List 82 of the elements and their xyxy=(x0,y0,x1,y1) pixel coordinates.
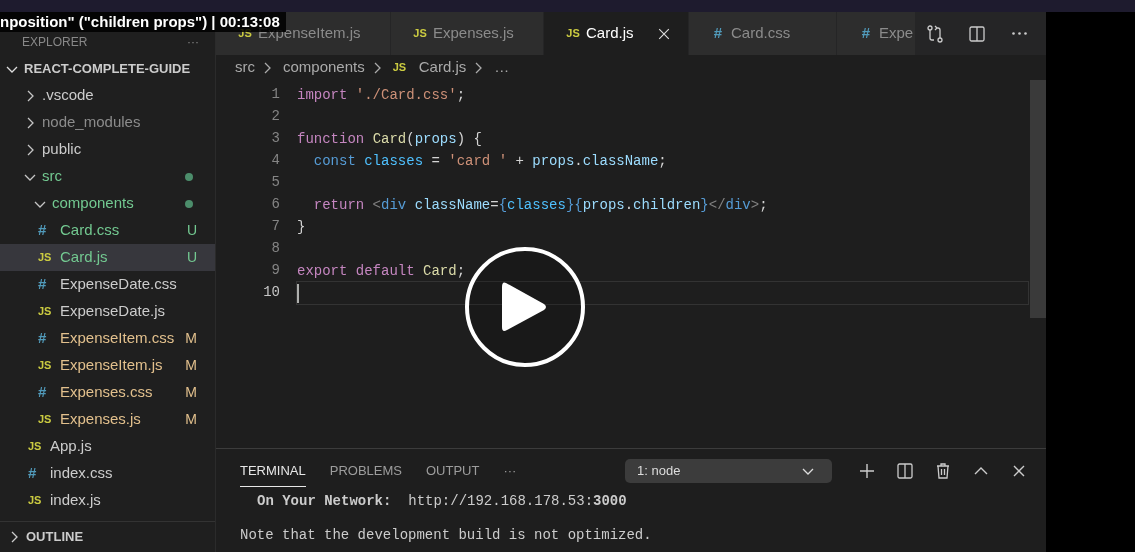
editor-tab[interactable]: # Card.css xyxy=(689,12,837,55)
js-file-icon: JS xyxy=(392,59,415,76)
git-status-label: M xyxy=(185,356,197,375)
panel-tab[interactable]: PROBLEMS xyxy=(329,454,402,488)
code-line: const classes = 'card ' + props.className; xyxy=(312,152,668,171)
js-file-icon: JS xyxy=(28,438,50,455)
scrollbar[interactable] xyxy=(1030,80,1046,318)
code-line: function Card(props) { xyxy=(297,130,483,149)
git-status-label: M xyxy=(185,329,197,348)
split-editor-icon xyxy=(967,23,988,44)
js-file-icon: JS xyxy=(38,411,60,428)
breadcrumb-item[interactable]: src xyxy=(235,56,255,79)
line-number: 2 xyxy=(270,107,280,126)
line-number: 4 xyxy=(270,151,280,170)
line-number: 6 xyxy=(270,195,280,214)
file-item[interactable]: Card.js xyxy=(60,246,108,269)
breadcrumb-item[interactable]: … xyxy=(494,56,510,79)
git-status-label: U xyxy=(186,221,197,240)
file-item[interactable]: ExpenseDate.css xyxy=(60,273,177,296)
line-number: 1 xyxy=(270,85,280,104)
file-item[interactable]: index.js xyxy=(50,489,101,512)
js-file-icon: JS xyxy=(28,492,50,509)
editor-tab[interactable]: # Expe xyxy=(837,12,917,55)
editor-tab[interactable]: JS Expenses.js xyxy=(391,12,544,55)
file-item[interactable]: ExpenseDate.js xyxy=(60,300,166,323)
folder-item[interactable]: node_modules xyxy=(42,111,141,134)
css-file-icon: # xyxy=(28,462,50,485)
line-number: 8 xyxy=(270,239,280,258)
file-item[interactable]: App.js xyxy=(50,435,92,458)
file-item[interactable]: Card.css xyxy=(60,219,120,242)
project-folder-header[interactable]: REACT-COMPLETE-GUIDE xyxy=(24,58,191,79)
folder-item[interactable]: components xyxy=(52,192,134,215)
source-control-icon xyxy=(925,23,946,44)
folder-item[interactable]: .vscode xyxy=(42,84,94,107)
code-line: import './Card.css'; xyxy=(297,86,467,105)
panel-title: EXPLORER xyxy=(22,34,88,51)
line-number: 5 xyxy=(270,173,280,192)
css-file-icon: # xyxy=(38,327,60,350)
panel-tab[interactable]: OUTPUT xyxy=(426,454,480,488)
git-status-label: U xyxy=(186,248,197,267)
js-file-icon: JS xyxy=(38,357,60,374)
plus-icon xyxy=(857,461,877,481)
css-file-icon: # xyxy=(38,273,60,296)
file-item[interactable]: Expenses.js xyxy=(60,408,141,431)
css-file-icon: # xyxy=(853,22,879,45)
code-line: return <div className={classes}{props.children}</div>; xyxy=(312,196,769,215)
css-file-icon: # xyxy=(38,381,60,404)
editor-tab[interactable]: JS Card.js xyxy=(544,12,689,55)
video-title-overlay: nposition" ("children props") | 00:13:08 xyxy=(0,12,286,32)
more-button[interactable]: ··· xyxy=(503,454,517,488)
file-item[interactable]: index.css xyxy=(50,462,113,485)
play-icon xyxy=(501,282,549,332)
css-file-icon: # xyxy=(705,22,731,45)
line-number: 3 xyxy=(270,129,280,148)
file-item[interactable]: ExpenseItem.js xyxy=(60,354,163,377)
code-line: export default Card; xyxy=(297,262,467,281)
split-terminal-icon xyxy=(895,461,915,481)
terminal-dropdown[interactable]: 1: node xyxy=(625,459,832,483)
breadcrumb-item[interactable]: Card.js xyxy=(418,56,467,79)
folder-item[interactable]: public xyxy=(42,138,82,161)
file-item[interactable]: Expenses.css xyxy=(60,381,153,404)
terminal-output-line: On Your Network: http://192.168.178.53:3000 xyxy=(256,493,628,510)
more-icon xyxy=(1011,32,1027,35)
line-number: 10 xyxy=(262,283,280,302)
line-number: 9 xyxy=(270,261,280,280)
line-number: 7 xyxy=(270,217,280,236)
git-status-label: M xyxy=(185,383,197,402)
outline-section-header[interactable]: OUTLINE xyxy=(0,521,215,552)
code-line: } xyxy=(297,218,307,237)
js-file-icon: JS xyxy=(407,25,433,42)
js-file-icon: JS xyxy=(38,303,60,320)
js-file-icon: JS xyxy=(560,25,586,42)
more-actions-button[interactable]: ··· xyxy=(187,33,199,51)
text-cursor xyxy=(297,283,299,303)
file-item[interactable]: ExpenseItem.css xyxy=(60,327,175,350)
terminal-output-line: Note that the development build is not optimized. xyxy=(239,526,653,544)
breadcrumb-item[interactable]: components xyxy=(283,56,365,79)
js-file-icon: JS xyxy=(38,249,60,266)
folder-item[interactable]: src xyxy=(42,165,62,188)
panel-tab[interactable]: TERMINAL xyxy=(240,454,306,488)
css-file-icon: # xyxy=(38,219,60,242)
git-status-label: M xyxy=(185,410,197,429)
